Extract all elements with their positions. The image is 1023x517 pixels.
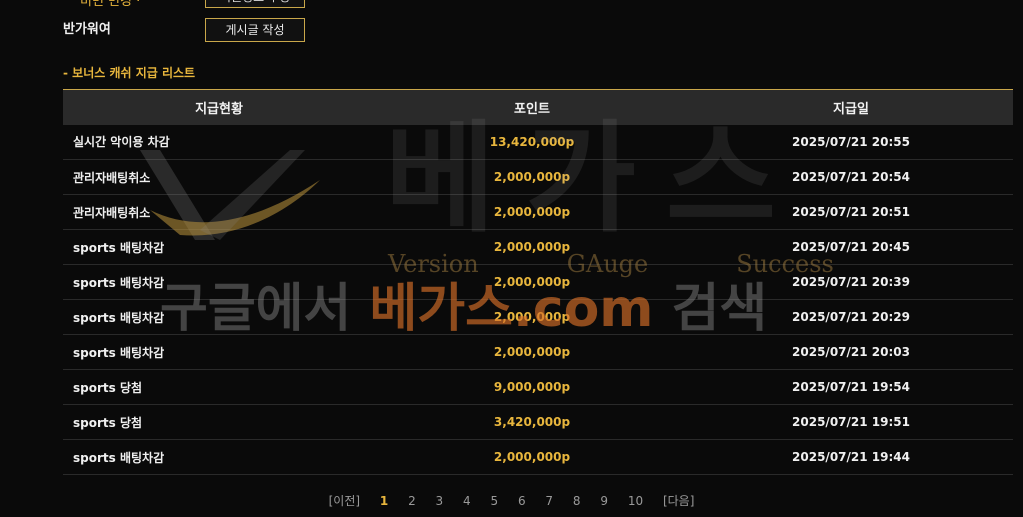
cell-status: sports 배팅차감	[63, 439, 375, 475]
cell-points: 2,000,000p	[375, 264, 689, 300]
cut-label: 비번 변경 ·	[80, 0, 141, 9]
pagination-next[interactable]: [다음]	[663, 492, 694, 509]
cell-date: 2025/07/21 19:54	[689, 369, 1013, 405]
header-points: 포인트	[514, 101, 550, 117]
cell-status: 관리자배팅취소	[63, 159, 375, 195]
bonus-cash-table: 지급현황 포인트 지급일 실시간 악이용 차감 13,420,000p 2025/0…	[63, 89, 1013, 475]
cell-status: sports 배팅차감	[63, 334, 375, 370]
cell-date: 2025/07/21 19:51	[689, 404, 1013, 440]
cell-status: 실시간 악이용 차감	[63, 124, 375, 160]
pagination-prev[interactable]: [이전]	[329, 492, 360, 509]
user-greeting: 반가워여	[63, 22, 111, 37]
cell-status: sports 당첨	[63, 404, 375, 440]
table-row: sports 배팅차감 2,000,000p 2025/07/21 20:39	[63, 264, 1013, 300]
cell-date: 2025/07/21 20:54	[689, 159, 1013, 195]
cell-points: 2,000,000p	[375, 159, 689, 195]
cell-status: sports 배팅차감	[63, 299, 375, 335]
cell-points: 2,000,000p	[375, 439, 689, 475]
cell-points: 9,000,000p	[375, 369, 689, 405]
header-date: 지급일	[833, 101, 869, 117]
cell-date: 2025/07/21 19:44	[689, 439, 1013, 475]
table-row: sports 배팅차감 2,000,000p 2025/07/21 20:29	[63, 299, 1013, 335]
cell-points: 13,420,000p	[375, 124, 689, 160]
cell-date: 2025/07/21 20:45	[689, 229, 1013, 265]
page-5-link[interactable]: 5	[490, 494, 498, 508]
page-root: 비번 변경 · 회원정보 수정 반가워여 게시글 작성 - 보너스 캐쉬 지급 …	[0, 0, 1023, 517]
cell-points: 3,420,000p	[375, 404, 689, 440]
table-row: 실시간 악이용 차감 13,420,000p 2025/07/21 20:55	[63, 124, 1013, 160]
table-row: sports 당첨 3,420,000p 2025/07/21 19:51	[63, 404, 1013, 440]
table-row: sports 배팅차감 2,000,000p 2025/07/21 20:45	[63, 229, 1013, 265]
cell-status: sports 배팅차감	[63, 264, 375, 300]
header-status: 지급현황	[195, 101, 243, 117]
page-4-link[interactable]: 4	[463, 494, 471, 508]
page-1-link[interactable]: 1	[380, 494, 388, 508]
write-post-button[interactable]: 게시글 작성	[205, 18, 305, 42]
edit-profile-button[interactable]: 회원정보 수정	[205, 0, 305, 8]
page-7-link[interactable]: 7	[545, 494, 553, 508]
pagination: [이전] 1 2 3 4 5 6 7 8 9 10 [다음]	[0, 492, 1023, 509]
cell-points: 2,000,000p	[375, 229, 689, 265]
top-cut-row: 비번 변경 · 회원정보 수정	[0, 0, 1023, 12]
cell-date: 2025/07/21 20:51	[689, 194, 1013, 230]
table-row: 관리자배팅취소 2,000,000p 2025/07/21 20:51	[63, 194, 1013, 230]
cell-status: sports 당첨	[63, 369, 375, 405]
cell-points: 2,000,000p	[375, 194, 689, 230]
table-row: 관리자배팅취소 2,000,000p 2025/07/21 20:54	[63, 159, 1013, 195]
cell-status: sports 배팅차감	[63, 229, 375, 265]
page-10-link[interactable]: 10	[628, 494, 643, 508]
page-6-link[interactable]: 6	[518, 494, 526, 508]
cell-points: 2,000,000p	[375, 299, 689, 335]
page-3-link[interactable]: 3	[436, 494, 444, 508]
page-2-link[interactable]: 2	[408, 494, 416, 508]
cell-date: 2025/07/21 20:39	[689, 264, 1013, 300]
cell-status: 관리자배팅취소	[63, 194, 375, 230]
table-row: sports 배팅차감 2,000,000p 2025/07/21 20:03	[63, 334, 1013, 370]
section-title: - 보너스 캐쉬 지급 리스트	[63, 66, 196, 80]
page-9-link[interactable]: 9	[600, 494, 608, 508]
table-header-row: 지급현황 포인트 지급일	[63, 89, 1013, 125]
cell-date: 2025/07/21 20:03	[689, 334, 1013, 370]
cell-date: 2025/07/21 20:55	[689, 124, 1013, 160]
table-row: sports 당첨 9,000,000p 2025/07/21 19:54	[63, 369, 1013, 405]
page-8-link[interactable]: 8	[573, 494, 581, 508]
table-row: sports 배팅차감 2,000,000p 2025/07/21 19:44	[63, 439, 1013, 475]
cell-date: 2025/07/21 20:29	[689, 299, 1013, 335]
cell-points: 2,000,000p	[375, 334, 689, 370]
